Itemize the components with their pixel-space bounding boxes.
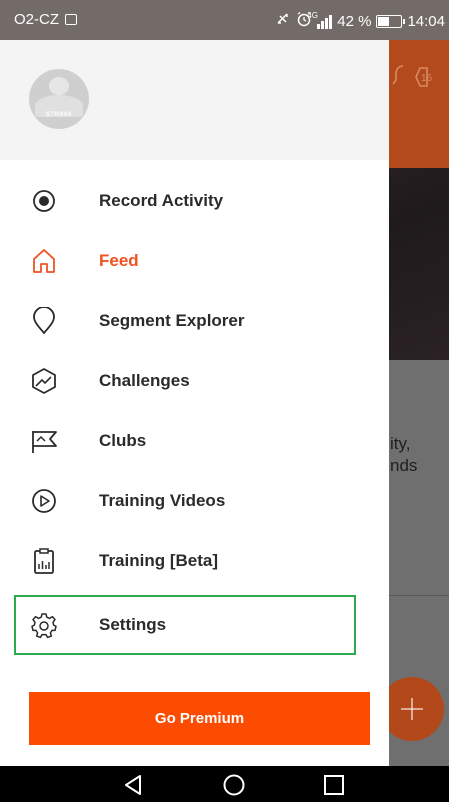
notification-badge: 16 xyxy=(390,60,449,94)
flag-icon xyxy=(30,427,58,455)
challenges-icon xyxy=(30,367,58,395)
clipboard-chart-icon xyxy=(30,547,58,575)
menu-item-settings[interactable]: Settings xyxy=(14,595,356,655)
menu-item-clubs[interactable]: Clubs xyxy=(14,411,356,471)
menu-item-training-videos[interactable]: Training Videos xyxy=(14,471,356,531)
clock: 14:04 xyxy=(407,12,445,30)
drawer-header: STRAVA xyxy=(0,40,389,160)
status-bar: O2-CZ 4G 42 % 14:04 xyxy=(0,0,449,40)
carrier-name: O2-CZ xyxy=(14,11,59,28)
signal-icon: 4G xyxy=(307,11,333,29)
battery-percent: 42 % xyxy=(337,12,372,30)
menu-item-segment-explorer[interactable]: Segment Explorer xyxy=(14,291,356,351)
image-notification-icon xyxy=(65,14,77,25)
go-premium-button[interactable]: Go Premium xyxy=(29,692,370,745)
battery-icon xyxy=(376,14,406,28)
record-icon xyxy=(30,187,58,215)
menu-item-record-activity[interactable]: Record Activity xyxy=(14,171,356,231)
background-feed-text: ity, nds xyxy=(390,434,418,475)
menu-item-challenges[interactable]: Challenges xyxy=(14,351,356,411)
gear-icon xyxy=(30,611,58,639)
home-icon xyxy=(30,247,58,275)
mute-icon xyxy=(275,11,291,31)
menu-item-training-beta[interactable]: Training [Beta] xyxy=(14,531,356,591)
navigation-bar xyxy=(0,766,449,802)
menu-item-feed[interactable]: Feed xyxy=(14,231,356,291)
back-icon[interactable] xyxy=(120,772,146,798)
navigation-drawer: STRAVA Record Activity Feed Segment Expl… xyxy=(0,40,389,766)
add-activity-fab xyxy=(380,677,444,741)
avatar-brand-logo: STRAVA xyxy=(45,112,73,118)
map-pin-icon xyxy=(30,306,58,335)
play-icon xyxy=(30,487,58,515)
home-nav-icon[interactable] xyxy=(221,772,247,798)
recents-icon[interactable] xyxy=(321,772,347,798)
avatar[interactable]: STRAVA xyxy=(29,69,89,129)
svg-text:16: 16 xyxy=(421,73,433,84)
